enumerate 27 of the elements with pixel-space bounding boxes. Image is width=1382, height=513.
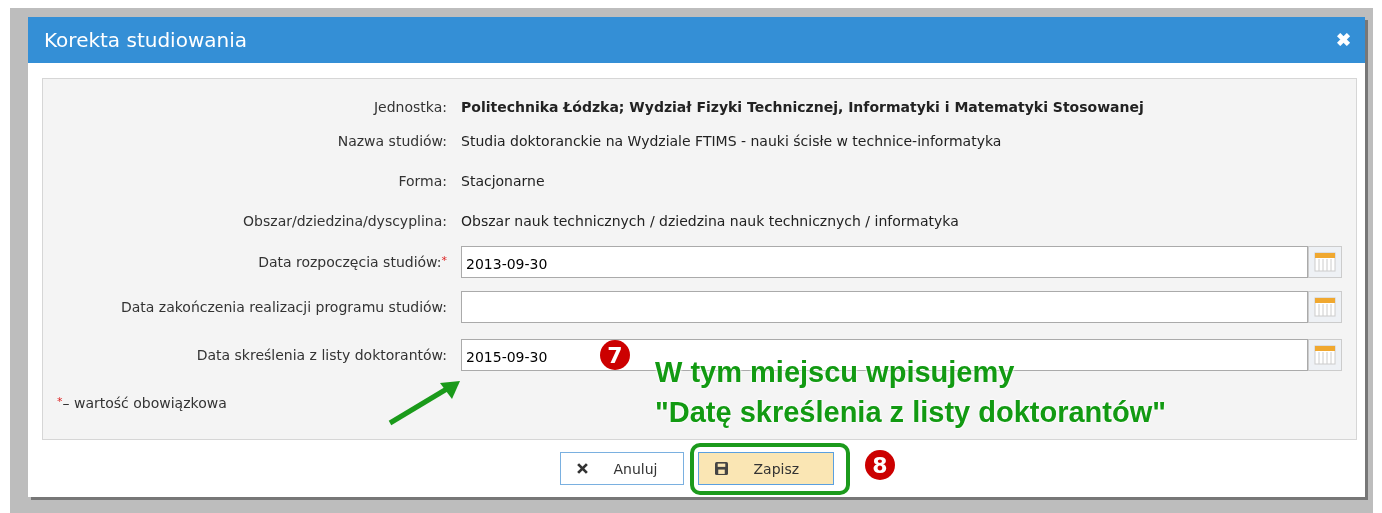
field-value: Obszar nauk technicznych / dziedzina nauk technicznych / informatyka: [461, 213, 960, 229]
field-label: Data skreślenia z listy doktorantów:: [196, 347, 447, 363]
calendar-button[interactable]: [1308, 339, 1342, 371]
required-mark: *: [441, 254, 447, 267]
dialog-title: Korekta studiowania: [44, 28, 247, 52]
field-label: Forma:: [397, 173, 447, 189]
calendar-icon: [1314, 344, 1336, 366]
field-label: Obszar/dziedzina/dyscyplina:: [242, 213, 447, 229]
field-value: Stacjonarne: [461, 173, 546, 189]
field-label: Jednostka:: [372, 99, 447, 115]
calendar-icon: [1314, 251, 1336, 273]
calendar-button[interactable]: [1308, 246, 1342, 278]
date-input[interactable]: [461, 291, 1308, 323]
field-value: Studia doktoranckie na Wydziale FTIMS - nauki ścisłe w technice-informatyka: [461, 133, 1003, 149]
date-input[interactable]: 2013-09-30: [461, 246, 1308, 278]
field-label: Data zakończenia realizacji programu studiów:: [120, 299, 447, 315]
field-label: Data rozpoczęcia studiów:: [258, 254, 442, 270]
close-icon: [576, 463, 588, 474]
field-value: Politechnika Łódzka; Wydział Fizyki Technicznej, Informatyki i Matematyki Stosowanej: [461, 99, 1145, 115]
calendar-icon: [1314, 296, 1336, 318]
save-button[interactable]: Zapisz: [697, 452, 834, 485]
calendar-button[interactable]: [1308, 291, 1342, 323]
required-mark: *: [57, 395, 63, 410]
legend-text: – wartość obowiązkowa: [62, 395, 227, 411]
step-badge: 8: [865, 450, 895, 480]
field-label: Nazwa studiów:: [336, 133, 447, 149]
cancel-button[interactable]: Anuluj: [559, 452, 684, 485]
